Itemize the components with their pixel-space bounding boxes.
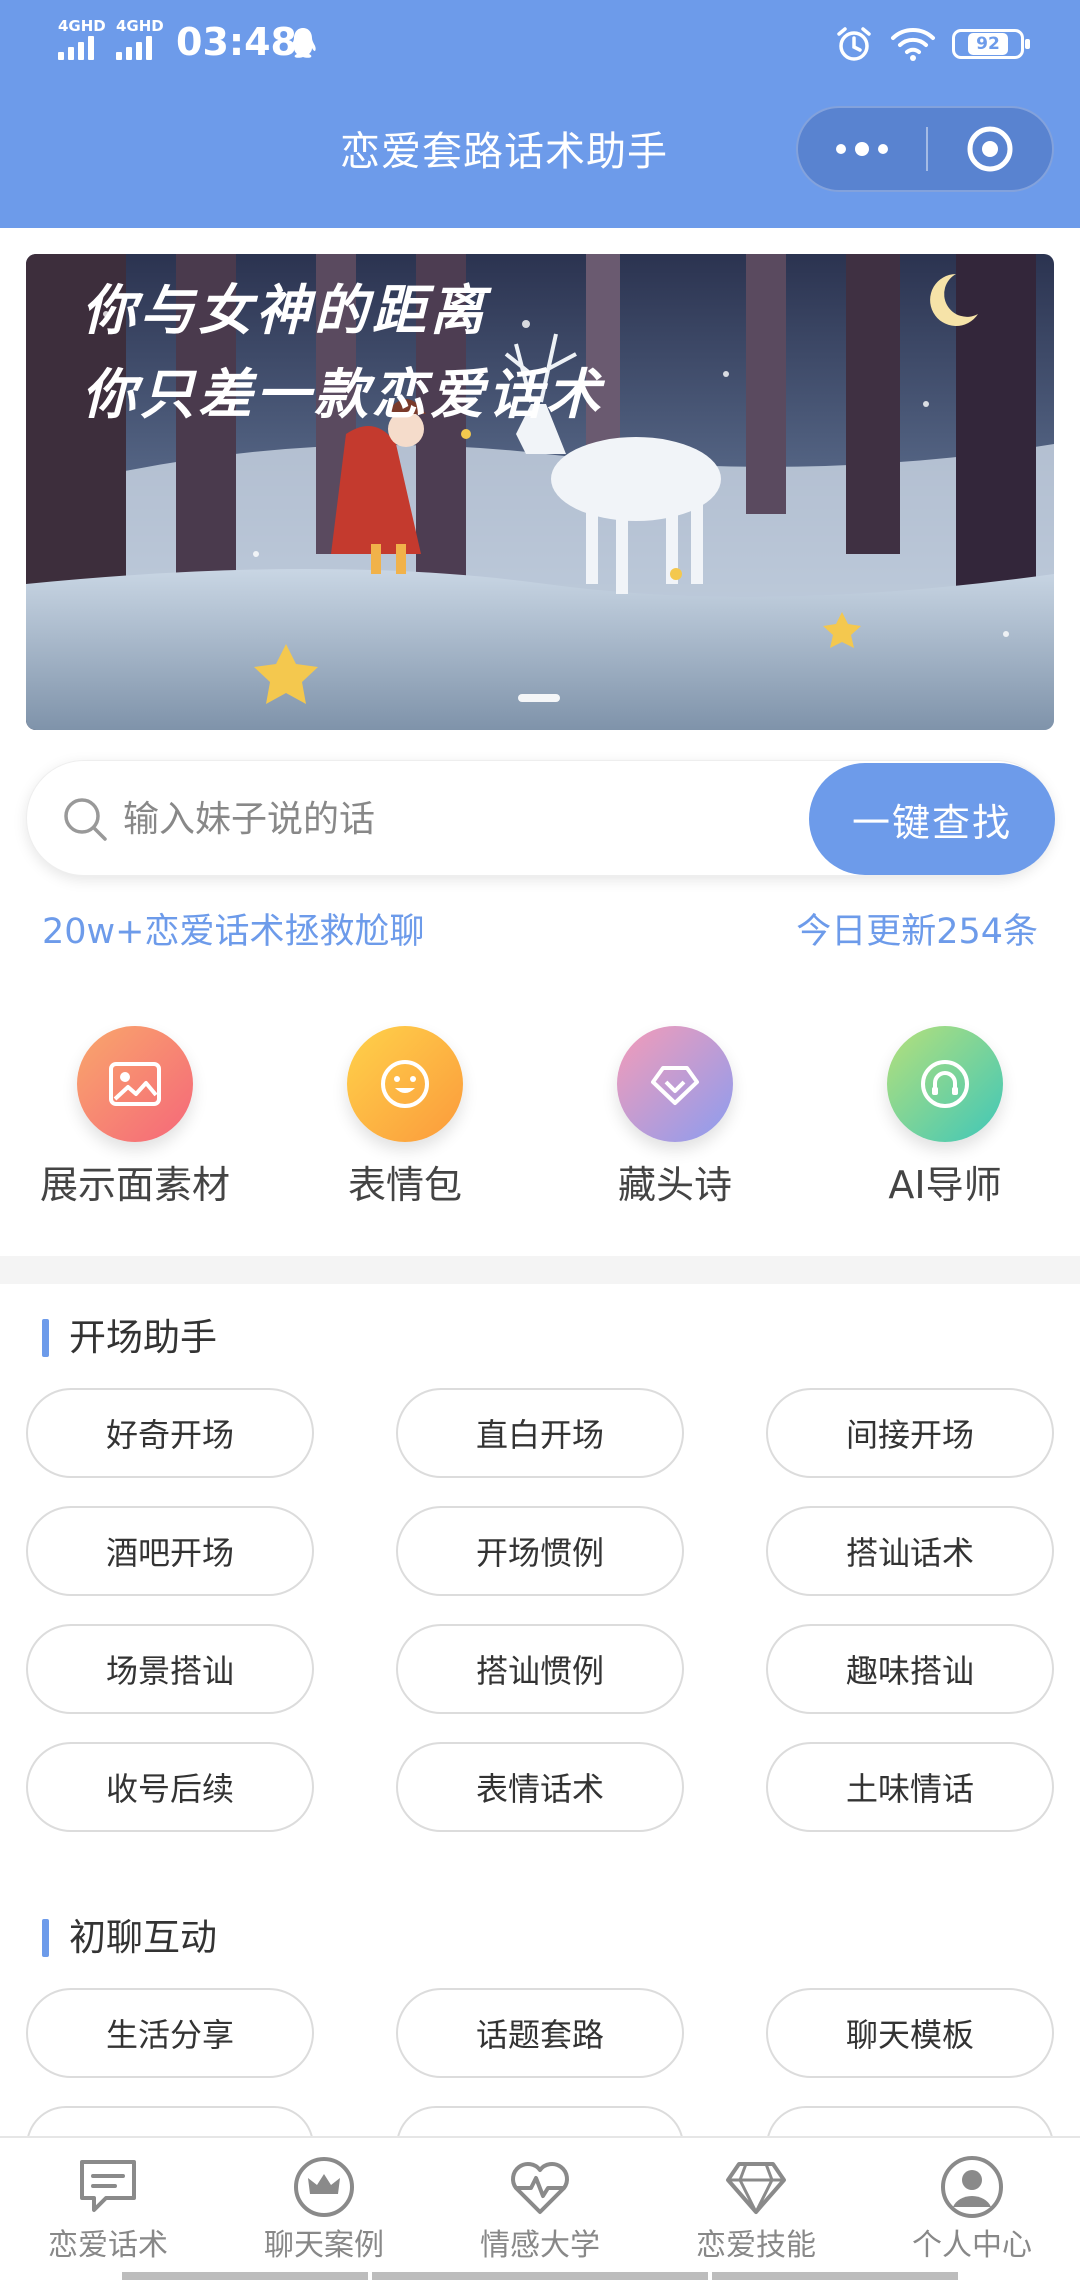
chat-bubble-icon	[80, 2160, 136, 2212]
tag-button[interactable]: 开场惯例	[396, 1506, 684, 1596]
tag-button[interactable]: 话题套路	[396, 1988, 684, 2078]
search-input[interactable]	[123, 789, 803, 849]
target-close-icon	[967, 126, 1013, 172]
heart-pulse-icon	[511, 2162, 569, 2214]
section-accent-bar	[42, 1919, 49, 1957]
tag-button[interactable]: 表情话术	[396, 1742, 684, 1832]
battery-level: 92	[968, 33, 1008, 55]
smile-icon	[347, 1026, 463, 1142]
section-separator	[0, 1256, 1080, 1284]
feature-menu: 展示面素材 表情包 藏头诗 AI导师	[0, 1026, 1080, 1216]
tag-button[interactable]: 间接开场	[766, 1388, 1054, 1478]
tag-button[interactable]: 搭讪话术	[766, 1506, 1054, 1596]
tab-label: 恋爱话术	[48, 2228, 168, 2263]
tag-button[interactable]: 生活分享	[26, 1988, 314, 2078]
tab-love-phrases[interactable]: 恋爱话术	[0, 2138, 216, 2280]
tab-label: 情感大学	[480, 2228, 600, 2263]
gesture-bar	[712, 2272, 958, 2280]
signal-icon: 4GHD	[116, 18, 164, 60]
close-button[interactable]	[928, 108, 1052, 190]
mini-program-capsule	[796, 106, 1054, 192]
feature-label: AI导师	[888, 1163, 1002, 1207]
daily-update-count: 今日更新254条	[796, 912, 1038, 952]
diamond-icon	[726, 2162, 786, 2214]
top-bar: 4GHD 4GHD 03:48 92 恋爱套路话术助手	[0, 0, 1080, 228]
tab-chat-cases[interactable]: 聊天案例	[216, 2138, 432, 2280]
alarm-icon	[837, 27, 871, 61]
user-icon	[941, 2156, 1003, 2218]
feature-label: 展示面素材	[39, 1163, 230, 1207]
signal-icon: 4GHD	[58, 18, 106, 60]
gesture-bar	[122, 2272, 368, 2280]
feature-label: 藏头诗	[617, 1163, 732, 1207]
section-title-text: 开场助手	[69, 1316, 217, 1359]
page-title: 恋爱套路话术助手	[340, 129, 668, 175]
wifi-icon	[891, 28, 935, 61]
banner-line-2: 你只差一款恋爱话术	[82, 362, 604, 426]
tab-emotion-university[interactable]: 情感大学	[432, 2138, 648, 2280]
network-type-2: 4GHD	[116, 17, 164, 35]
gesture-bar	[372, 2272, 708, 2280]
feature-stickers[interactable]: 表情包	[270, 1026, 540, 1216]
crown-icon	[294, 2157, 354, 2217]
feature-acrostic-poem[interactable]: 藏头诗	[540, 1026, 810, 1216]
feature-showcase-materials[interactable]: 展示面素材	[0, 1026, 270, 1216]
section-title-text: 初聊互动	[69, 1916, 217, 1959]
feature-ai-mentor[interactable]: AI导师	[810, 1026, 1080, 1216]
tab-label: 个人中心	[912, 2228, 1032, 2263]
clock: 03:48	[176, 20, 297, 64]
network-type-1: 4GHD	[58, 17, 106, 35]
tag-button[interactable]: 好奇开场	[26, 1388, 314, 1478]
more-dots-icon[interactable]	[798, 108, 926, 190]
status-bar: 4GHD 4GHD 03:48 92	[0, 0, 1080, 84]
battery-icon: 92	[952, 29, 1030, 59]
tag-button[interactable]: 场景搭讪	[26, 1624, 314, 1714]
tab-love-skills[interactable]: 恋爱技能	[648, 2138, 864, 2280]
section-title-opening: 开场助手	[42, 1312, 217, 1364]
banner-line-1: 你与女神的距离	[82, 278, 488, 342]
stats-slogan: 20w+恋爱话术拯救尬聊	[42, 912, 425, 952]
tag-button[interactable]: 收号后续	[26, 1742, 314, 1832]
banner-carousel[interactable]: 你与女神的距离 你只差一款恋爱话术	[26, 254, 1054, 730]
tab-label: 聊天案例	[264, 2228, 384, 2263]
section-title-first-chat: 初聊互动	[42, 1912, 217, 1964]
tag-button[interactable]: 直白开场	[396, 1388, 684, 1478]
search-icon	[64, 798, 107, 841]
tag-button[interactable]: 土味情话	[766, 1742, 1054, 1832]
section-accent-bar	[42, 1319, 49, 1357]
tab-label: 恋爱技能	[696, 2228, 816, 2263]
image-icon	[77, 1026, 193, 1142]
carousel-indicator	[518, 694, 560, 702]
headset-icon	[887, 1026, 1003, 1142]
tag-button[interactable]: 搭讪惯例	[396, 1624, 684, 1714]
tab-profile[interactable]: 个人中心	[864, 2138, 1080, 2280]
search-button[interactable]: 一键查找	[809, 763, 1055, 875]
diamond-icon	[617, 1026, 733, 1142]
tag-button[interactable]: 趣味搭讪	[766, 1624, 1054, 1714]
qq-icon	[290, 28, 316, 58]
tag-button[interactable]: 酒吧开场	[26, 1506, 314, 1596]
feature-label: 表情包	[347, 1163, 462, 1207]
first-chat-tags-grid: 生活分享 话题套路 聊天模板	[26, 1988, 1054, 2146]
opening-tags-grid: 好奇开场 直白开场 间接开场 酒吧开场 开场惯例 搭讪话术 场景搭讪 搭讪惯例 …	[26, 1388, 1054, 1832]
banner-text: 你与女神的距离 你只差一款恋爱话术	[82, 268, 604, 436]
search-bar: 一键查找	[26, 760, 1055, 876]
bottom-tab-bar: 恋爱话术 聊天案例 情感大学 恋爱技能 个人中心	[0, 2136, 1080, 2280]
tag-button[interactable]: 聊天模板	[766, 1988, 1054, 2078]
